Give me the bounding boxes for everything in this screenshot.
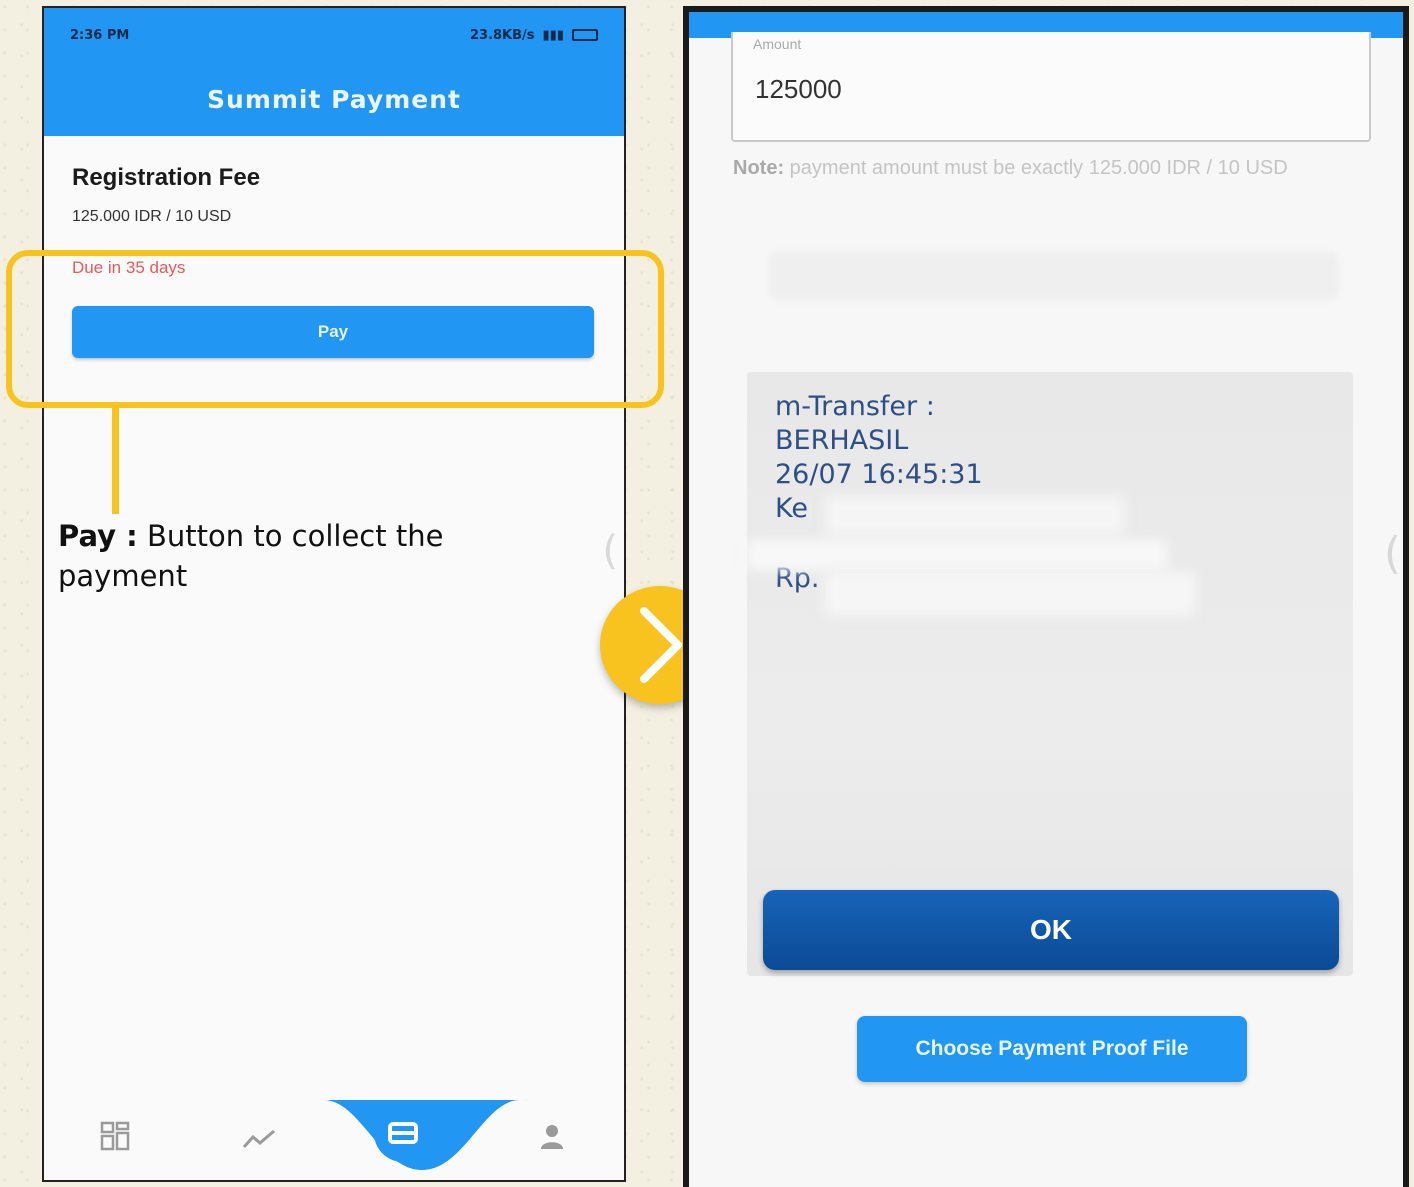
redacted-area	[747, 540, 1167, 570]
right-phone-screen: Amount 125000 Note: payment amount must …	[683, 6, 1409, 1187]
signal-icon: ▮▮▮	[542, 27, 564, 43]
network-speed: 23.8KB/s	[469, 27, 535, 43]
note-prefix: Note:	[733, 157, 785, 179]
page-title: Summit Payment	[207, 84, 461, 114]
chart-icon[interactable]	[242, 1127, 276, 1158]
proof-line: m-Transfer :	[775, 391, 935, 422]
proof-line: 26/07 16:45:31	[775, 459, 983, 490]
redacted-area	[825, 496, 1125, 536]
amount-field[interactable]: Amount 125000	[731, 32, 1371, 142]
status-indicators: 23.8KB/s ▮▮▮	[470, 28, 598, 43]
fee-amount: 125.000 IDR / 10 USD	[72, 208, 232, 225]
annotation-text: Pay : Button to collect the payment	[58, 516, 478, 596]
pay-highlight-box	[6, 250, 664, 408]
app-bar: Summit Payment	[44, 62, 624, 136]
payment-tab[interactable]	[374, 1104, 432, 1162]
status-time: 2:36 PM	[70, 27, 130, 43]
proof-line: BERHASIL	[775, 425, 909, 456]
amount-field-value: 125000	[755, 74, 842, 104]
status-bar: 2:36 PM 23.8KB/s ▮▮▮	[44, 8, 624, 62]
battery-icon	[572, 29, 598, 41]
bottom-nav	[44, 1100, 624, 1180]
payment-note: Note: payment amount must be exactly 125…	[733, 152, 1373, 184]
note-body: payment amount must be exactly 125.000 I…	[784, 157, 1288, 179]
redacted-area	[825, 572, 1195, 616]
payment-proof-image: m-Transfer : BERHASIL 26/07 16:45:31 Ke …	[747, 372, 1353, 976]
person-icon[interactable]	[538, 1123, 566, 1158]
callout-line	[112, 406, 119, 514]
blurred-bar	[769, 252, 1339, 300]
annotation-label: Pay :	[58, 519, 138, 553]
choose-payment-proof-button[interactable]: Choose Payment Proof File	[857, 1016, 1247, 1082]
card-icon	[388, 1122, 418, 1144]
edge-handle-icon: (	[1383, 528, 1401, 579]
edge-handle-icon: (	[602, 528, 618, 574]
amount-field-label: Amount	[753, 36, 802, 52]
dashboard-icon[interactable]	[100, 1121, 130, 1158]
ok-button: OK	[763, 890, 1339, 970]
fee-title: Registration Fee	[72, 164, 261, 191]
